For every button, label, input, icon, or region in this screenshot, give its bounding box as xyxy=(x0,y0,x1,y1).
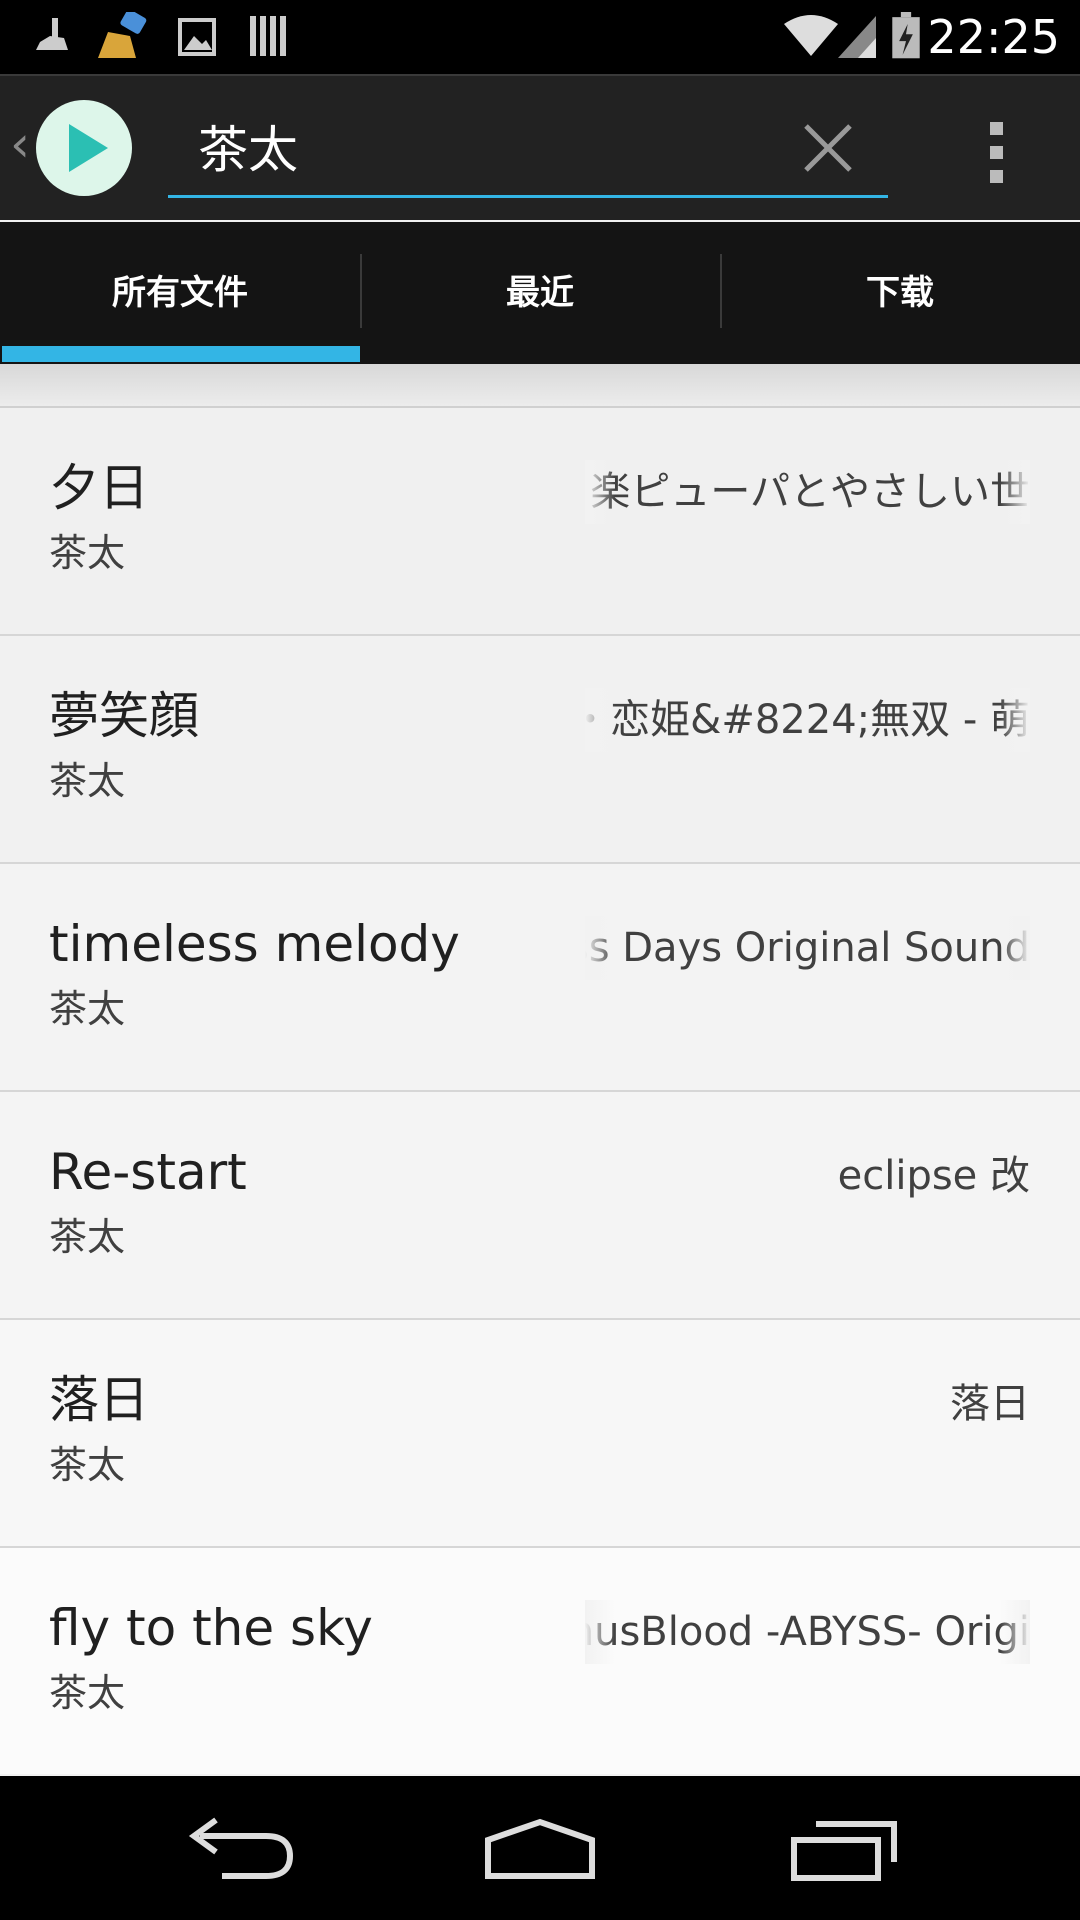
status-bar: 22:25 xyxy=(0,0,1080,74)
broom-icon xyxy=(98,12,147,58)
song-artist: 茶太 xyxy=(49,531,126,575)
tab-downloads[interactable]: 下载 xyxy=(720,222,1080,364)
overflow-menu-button[interactable] xyxy=(960,106,1032,196)
wifi-icon xyxy=(784,15,838,56)
song-artist: 茶太 xyxy=(49,1215,126,1259)
song-album: 楽ピューパとやさしい世 xyxy=(590,469,1030,515)
home-button[interactable] xyxy=(470,1796,610,1900)
back-icon xyxy=(188,1817,294,1879)
image-icon xyxy=(178,18,216,56)
action-bar: ‹ 茶太 xyxy=(0,74,1080,220)
search-field[interactable]: 茶太 xyxy=(168,110,888,198)
song-row[interactable]: 夕日 茶太 楽ピューパとやさしい世 xyxy=(0,408,1080,636)
song-row[interactable]: 落日 茶太 落日 xyxy=(0,1320,1080,1548)
song-album: nusBlood -ABYSS- Origi xyxy=(585,1609,1030,1655)
song-artist: 茶太 xyxy=(49,1443,126,1487)
song-title: 落日 xyxy=(49,1371,149,1429)
song-album-clip: 落日 xyxy=(585,1372,1030,1436)
cleaner-icon xyxy=(36,18,68,50)
song-row[interactable]: Re-start 茶太 eclipse 改 xyxy=(0,1092,1080,1320)
tab-recent[interactable]: 最近 xyxy=(360,222,720,364)
song-artist: 茶太 xyxy=(49,1671,126,1715)
tab-selected-indicator xyxy=(2,346,360,362)
recent-apps-icon xyxy=(791,1821,897,1881)
song-title: 夢笑顔 xyxy=(49,687,199,745)
song-title: timeless melody xyxy=(49,915,460,973)
song-list[interactable]: 夕日 茶太 楽ピューパとやさしい世 夢笑顔 茶太 ・恋姫&#8224;無双 - … xyxy=(0,364,1080,1776)
song-row[interactable]: fly to the sky 茶太 nusBlood -ABYSS- Origi xyxy=(0,1548,1080,1774)
signal-icon xyxy=(838,16,876,58)
recent-apps-button[interactable] xyxy=(780,1796,920,1900)
song-album-clip: nusBlood -ABYSS- Origi xyxy=(585,1600,1030,1664)
song-row[interactable]: 夢笑顔 茶太 ・恋姫&#8224;無双 - 萌 xyxy=(0,636,1080,864)
battery-charging-icon xyxy=(892,12,920,59)
list-top-edge xyxy=(0,364,1080,408)
play-icon xyxy=(69,124,108,172)
close-icon xyxy=(804,124,852,172)
song-title: 夕日 xyxy=(49,459,149,517)
song-album: 落日 xyxy=(950,1381,1030,1427)
app-logo[interactable] xyxy=(36,100,132,196)
song-row[interactable]: timeless melody 茶太 oss Days Original Sou… xyxy=(0,864,1080,1092)
song-album: eclipse 改 xyxy=(837,1153,1030,1199)
song-title: Re-start xyxy=(49,1143,247,1201)
status-clock: 22:25 xyxy=(927,10,1060,64)
chevron-left-icon[interactable]: ‹ xyxy=(10,114,30,174)
back-button[interactable] xyxy=(170,1796,310,1900)
song-album: oss Days Original Sound xyxy=(585,925,1030,971)
song-artist: 茶太 xyxy=(49,759,126,803)
song-artist: 茶太 xyxy=(49,987,126,1031)
song-album-clip: oss Days Original Sound xyxy=(585,916,1030,980)
song-album-clip: ・恋姫&#8224;無双 - 萌 xyxy=(585,688,1030,752)
clear-search-button[interactable] xyxy=(788,118,868,188)
song-album-clip: eclipse 改 xyxy=(585,1144,1030,1208)
barcode-icon xyxy=(250,16,286,56)
navigation-bar xyxy=(0,1776,1080,1920)
overflow-dot xyxy=(990,146,1003,159)
search-input[interactable]: 茶太 xyxy=(198,120,298,180)
song-album-clip: 楽ピューパとやさしい世 xyxy=(585,460,1030,524)
tab-all-files[interactable]: 所有文件 xyxy=(0,222,360,364)
tab-bar: 所有文件 最近 下载 xyxy=(0,222,1080,364)
song-album: ・恋姫&#8224;無双 - 萌 xyxy=(585,697,1030,743)
overflow-dot xyxy=(990,170,1003,183)
overflow-dot xyxy=(990,122,1003,135)
home-icon xyxy=(485,1818,595,1879)
song-title: fly to the sky xyxy=(49,1599,373,1657)
